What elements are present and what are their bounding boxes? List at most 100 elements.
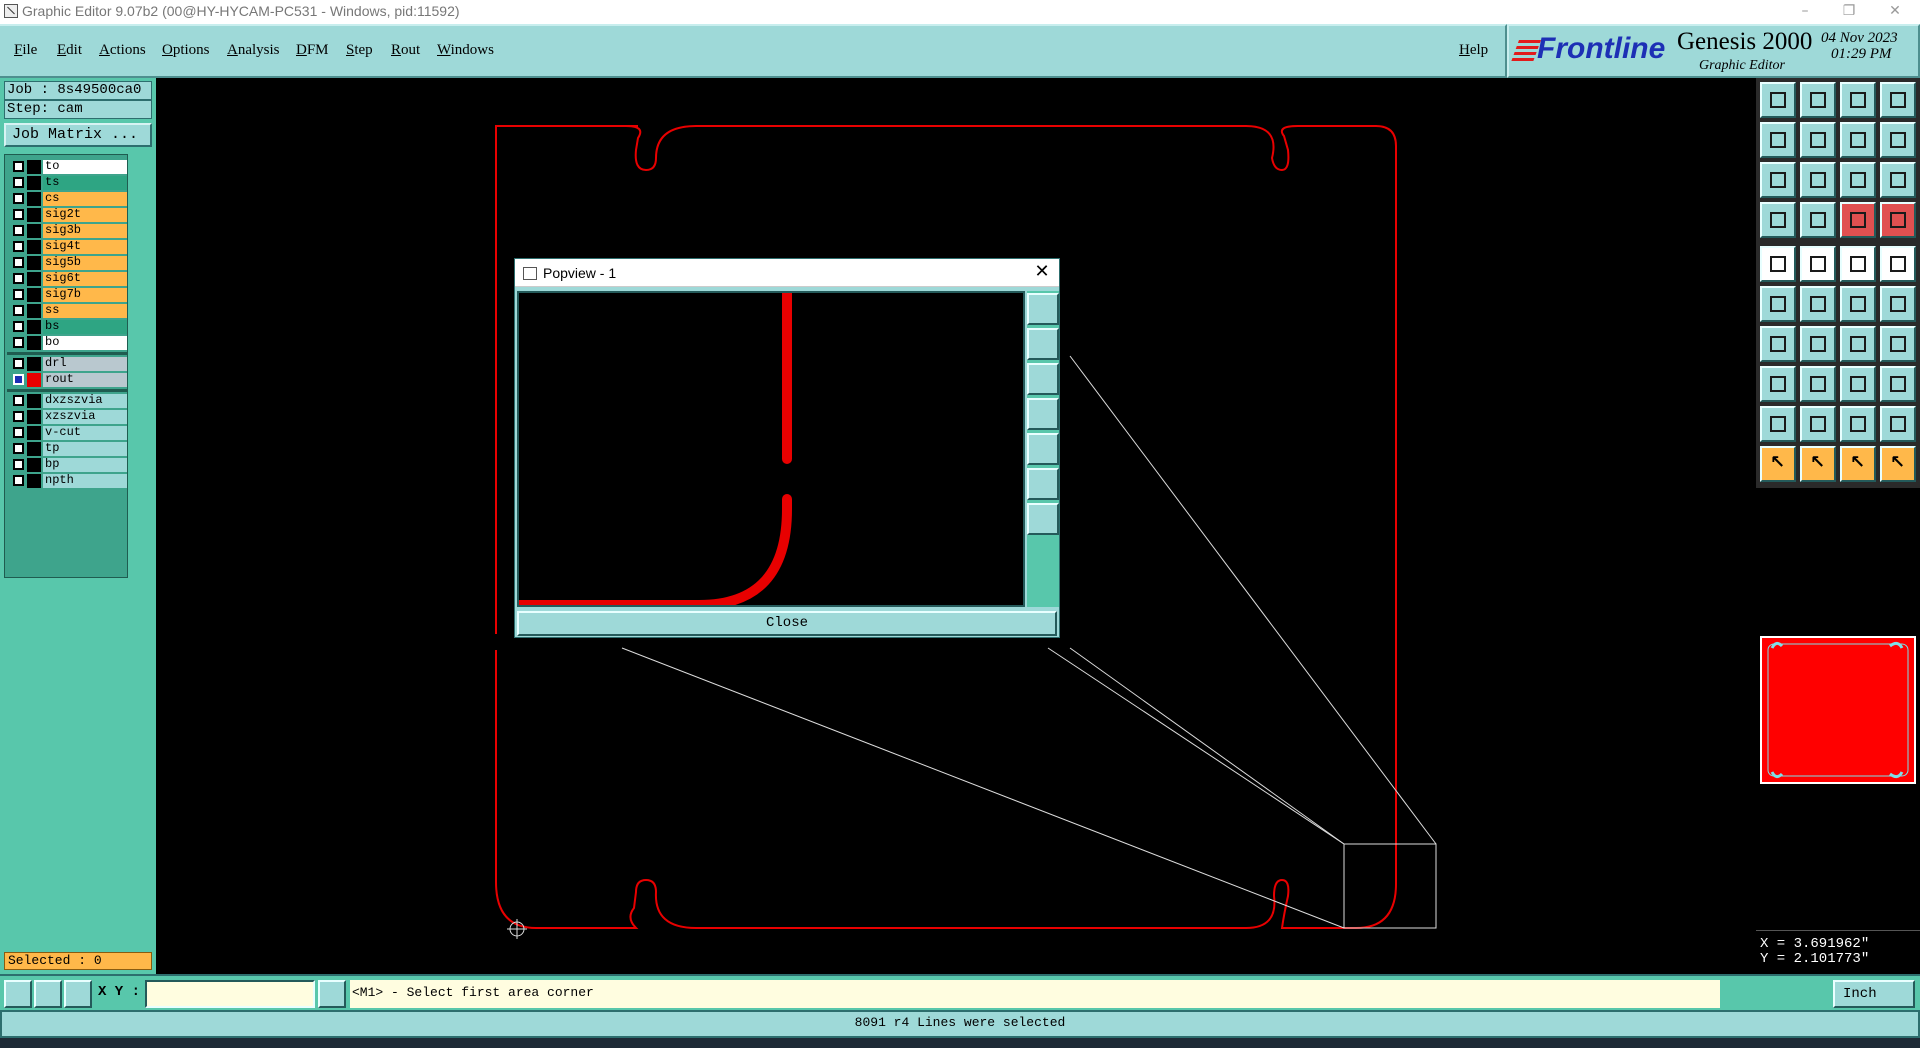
- layer-row[interactable]: npth: [7, 473, 127, 488]
- pan-right-icon[interactable]: [1800, 122, 1836, 158]
- snap-mode-icon[interactable]: [4, 980, 32, 1008]
- menu-help[interactable]: Help: [1459, 42, 1488, 59]
- layer-name[interactable]: rout: [43, 373, 127, 387]
- layer-name[interactable]: tp: [43, 442, 127, 456]
- layer-checkbox[interactable]: [13, 209, 24, 220]
- layer-row[interactable]: sig6t: [7, 271, 127, 286]
- layer-row[interactable]: sig3b: [7, 223, 127, 238]
- pan-left-icon[interactable]: [1760, 122, 1796, 158]
- triangle-tool-icon[interactable]: [1760, 406, 1796, 442]
- popview-zoom-in-icon[interactable]: [1027, 503, 1059, 535]
- slash-tool-icon[interactable]: [1800, 326, 1836, 362]
- layer-row[interactable]: bo: [7, 335, 127, 350]
- menu-options[interactable]: Options: [162, 42, 210, 59]
- arch-tool-icon[interactable]: [1840, 406, 1876, 442]
- layer-name[interactable]: sig7b: [43, 288, 127, 302]
- menu-file[interactable]: File: [14, 42, 37, 59]
- layer-checkbox[interactable]: [13, 241, 24, 252]
- select-arrow-icon[interactable]: ↖: [1760, 446, 1796, 482]
- rotate-icon[interactable]: [1840, 326, 1876, 362]
- layer-name[interactable]: sig6t: [43, 272, 127, 286]
- menu-windows[interactable]: Windows: [437, 42, 494, 59]
- select-net-icon[interactable]: ↖: [1880, 446, 1916, 482]
- grid-icon[interactable]: [1800, 202, 1836, 238]
- ruler-icon[interactable]: [1840, 246, 1876, 282]
- layer-name[interactable]: npth: [43, 474, 127, 488]
- layer-checkbox[interactable]: [13, 273, 24, 284]
- layer-checkbox[interactable]: [13, 289, 24, 300]
- layer-row[interactable]: dxzszvia: [7, 393, 127, 408]
- layer-checkbox[interactable]: [13, 358, 24, 369]
- snap-point-icon[interactable]: [1760, 366, 1796, 402]
- popview-pan-left-icon[interactable]: [1027, 398, 1059, 430]
- maximize-button[interactable]: ❐: [1826, 0, 1872, 24]
- layer-checkbox[interactable]: [13, 161, 24, 172]
- minimize-button[interactable]: –: [1782, 0, 1828, 24]
- one-to-two-icon[interactable]: [1840, 162, 1876, 198]
- layer-checkbox[interactable]: [13, 411, 24, 422]
- layer-row[interactable]: sig5b: [7, 255, 127, 270]
- profile-icon[interactable]: [1880, 406, 1916, 442]
- popview-close-icon[interactable]: ✕: [1031, 261, 1053, 283]
- job-matrix-button[interactable]: Job Matrix ...: [4, 123, 152, 147]
- layer-name[interactable]: sig4t: [43, 240, 127, 254]
- delete-point-icon[interactable]: [1800, 286, 1836, 322]
- layer-name[interactable]: sig3b: [43, 224, 127, 238]
- layer-row[interactable]: rout: [7, 372, 127, 387]
- zoom-fit-icon[interactable]: [1800, 82, 1836, 118]
- xy-input[interactable]: [145, 980, 315, 1008]
- zoom-ratio-icon[interactable]: [1840, 122, 1876, 158]
- layer-checkbox[interactable]: [13, 475, 24, 486]
- layer-row[interactable]: v-cut: [7, 425, 127, 440]
- unit-select[interactable]: Inch: [1833, 980, 1915, 1008]
- layer-name[interactable]: ts: [43, 176, 127, 190]
- layer-row[interactable]: cs: [7, 191, 127, 206]
- select-box-icon[interactable]: ↖: [1800, 446, 1836, 482]
- popview-close-button[interactable]: Close: [517, 611, 1057, 636]
- layer-down-icon[interactable]: [1880, 202, 1916, 238]
- popview-canvas[interactable]: [514, 288, 1025, 610]
- layer-name[interactable]: to: [43, 160, 127, 174]
- layer-checkbox[interactable]: [13, 374, 24, 385]
- layer-row[interactable]: drl: [7, 356, 127, 371]
- home-view-icon[interactable]: [1840, 82, 1876, 118]
- resize-icon[interactable]: [1840, 366, 1876, 402]
- layer-checkbox[interactable]: [13, 257, 24, 268]
- close-window-button[interactable]: ✕: [1872, 0, 1918, 24]
- minus-icon[interactable]: [1800, 366, 1836, 402]
- add-node-icon[interactable]: [1880, 286, 1916, 322]
- fill-icon[interactable]: [1880, 246, 1916, 282]
- menu-edit[interactable]: Edit: [57, 42, 82, 59]
- layer-row[interactable]: ss: [7, 303, 127, 318]
- layer-checkbox[interactable]: [13, 193, 24, 204]
- copy-icon[interactable]: [1880, 366, 1916, 402]
- layer-name[interactable]: drl: [43, 357, 127, 371]
- layer-checkbox[interactable]: [13, 321, 24, 332]
- split-view-icon[interactable]: [1880, 82, 1916, 118]
- connect-icon[interactable]: [1760, 286, 1796, 322]
- layer-row[interactable]: tp: [7, 441, 127, 456]
- menu-dfm[interactable]: DFM: [296, 42, 329, 59]
- layer-row[interactable]: xzszvia: [7, 409, 127, 424]
- add-pad-icon[interactable]: [1760, 246, 1796, 282]
- layer-name[interactable]: ss: [43, 304, 127, 318]
- layer-name[interactable]: cs: [43, 192, 127, 206]
- snap-icon[interactable]: [1880, 122, 1916, 158]
- help-icon[interactable]: [1880, 162, 1916, 198]
- layer-row[interactable]: sig7b: [7, 287, 127, 302]
- menu-analysis[interactable]: Analysis: [227, 42, 280, 59]
- move-node-icon[interactable]: [1840, 286, 1876, 322]
- popview-pan-right-icon[interactable]: [1027, 433, 1059, 465]
- menu-rout[interactable]: Rout: [391, 42, 420, 59]
- menu-step[interactable]: Step: [346, 42, 373, 59]
- layer-checkbox[interactable]: [13, 337, 24, 348]
- layer-row[interactable]: bs: [7, 319, 127, 334]
- layer-row[interactable]: sig2t: [7, 207, 127, 222]
- cut-icon[interactable]: [1800, 246, 1836, 282]
- layer-checkbox[interactable]: [13, 305, 24, 316]
- layer-row[interactable]: ts: [7, 175, 127, 190]
- layer-checkbox[interactable]: [13, 427, 24, 438]
- popview-zoom-window-icon[interactable]: [1027, 293, 1059, 325]
- zoom-out-icon[interactable]: [1800, 162, 1836, 198]
- layer-name[interactable]: v-cut: [43, 426, 127, 440]
